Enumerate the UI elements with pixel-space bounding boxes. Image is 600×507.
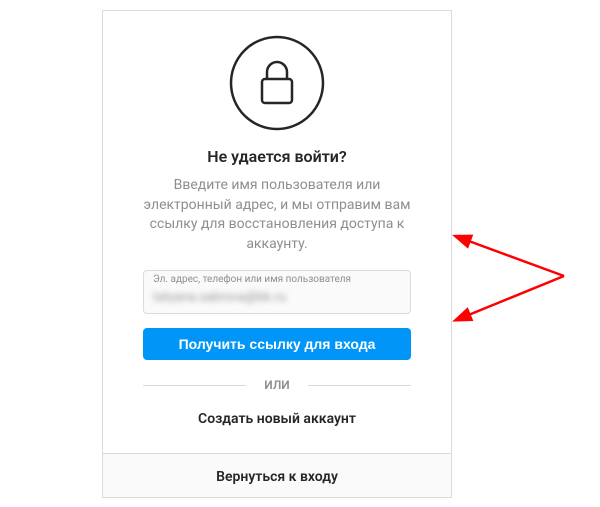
identifier-input[interactable] (143, 270, 411, 314)
divider-line-left (143, 385, 246, 386)
create-account-link[interactable]: Создать новый аккаунт (198, 411, 356, 427)
back-to-login-link[interactable]: Вернуться к входу (216, 469, 338, 485)
identifier-field-wrapper: Эл. адрес, телефон или имя пользователя … (143, 270, 411, 314)
back-panel: Вернуться к входу (102, 454, 452, 498)
page-title: Не удается войти? (143, 147, 411, 166)
annotation-arrows (452, 228, 582, 338)
lock-icon (229, 35, 325, 131)
divider-label: или (264, 378, 289, 392)
main-panel: Не удается войти? Введите имя пользовате… (102, 10, 452, 454)
divider-line-right (308, 385, 411, 386)
help-description: Введите имя пользователя или электронный… (143, 176, 411, 254)
divider: или (143, 378, 411, 392)
login-help-dialog: Не удается войти? Введите имя пользовате… (102, 10, 452, 498)
send-login-link-button[interactable]: Получить ссылку для входа (143, 328, 411, 360)
